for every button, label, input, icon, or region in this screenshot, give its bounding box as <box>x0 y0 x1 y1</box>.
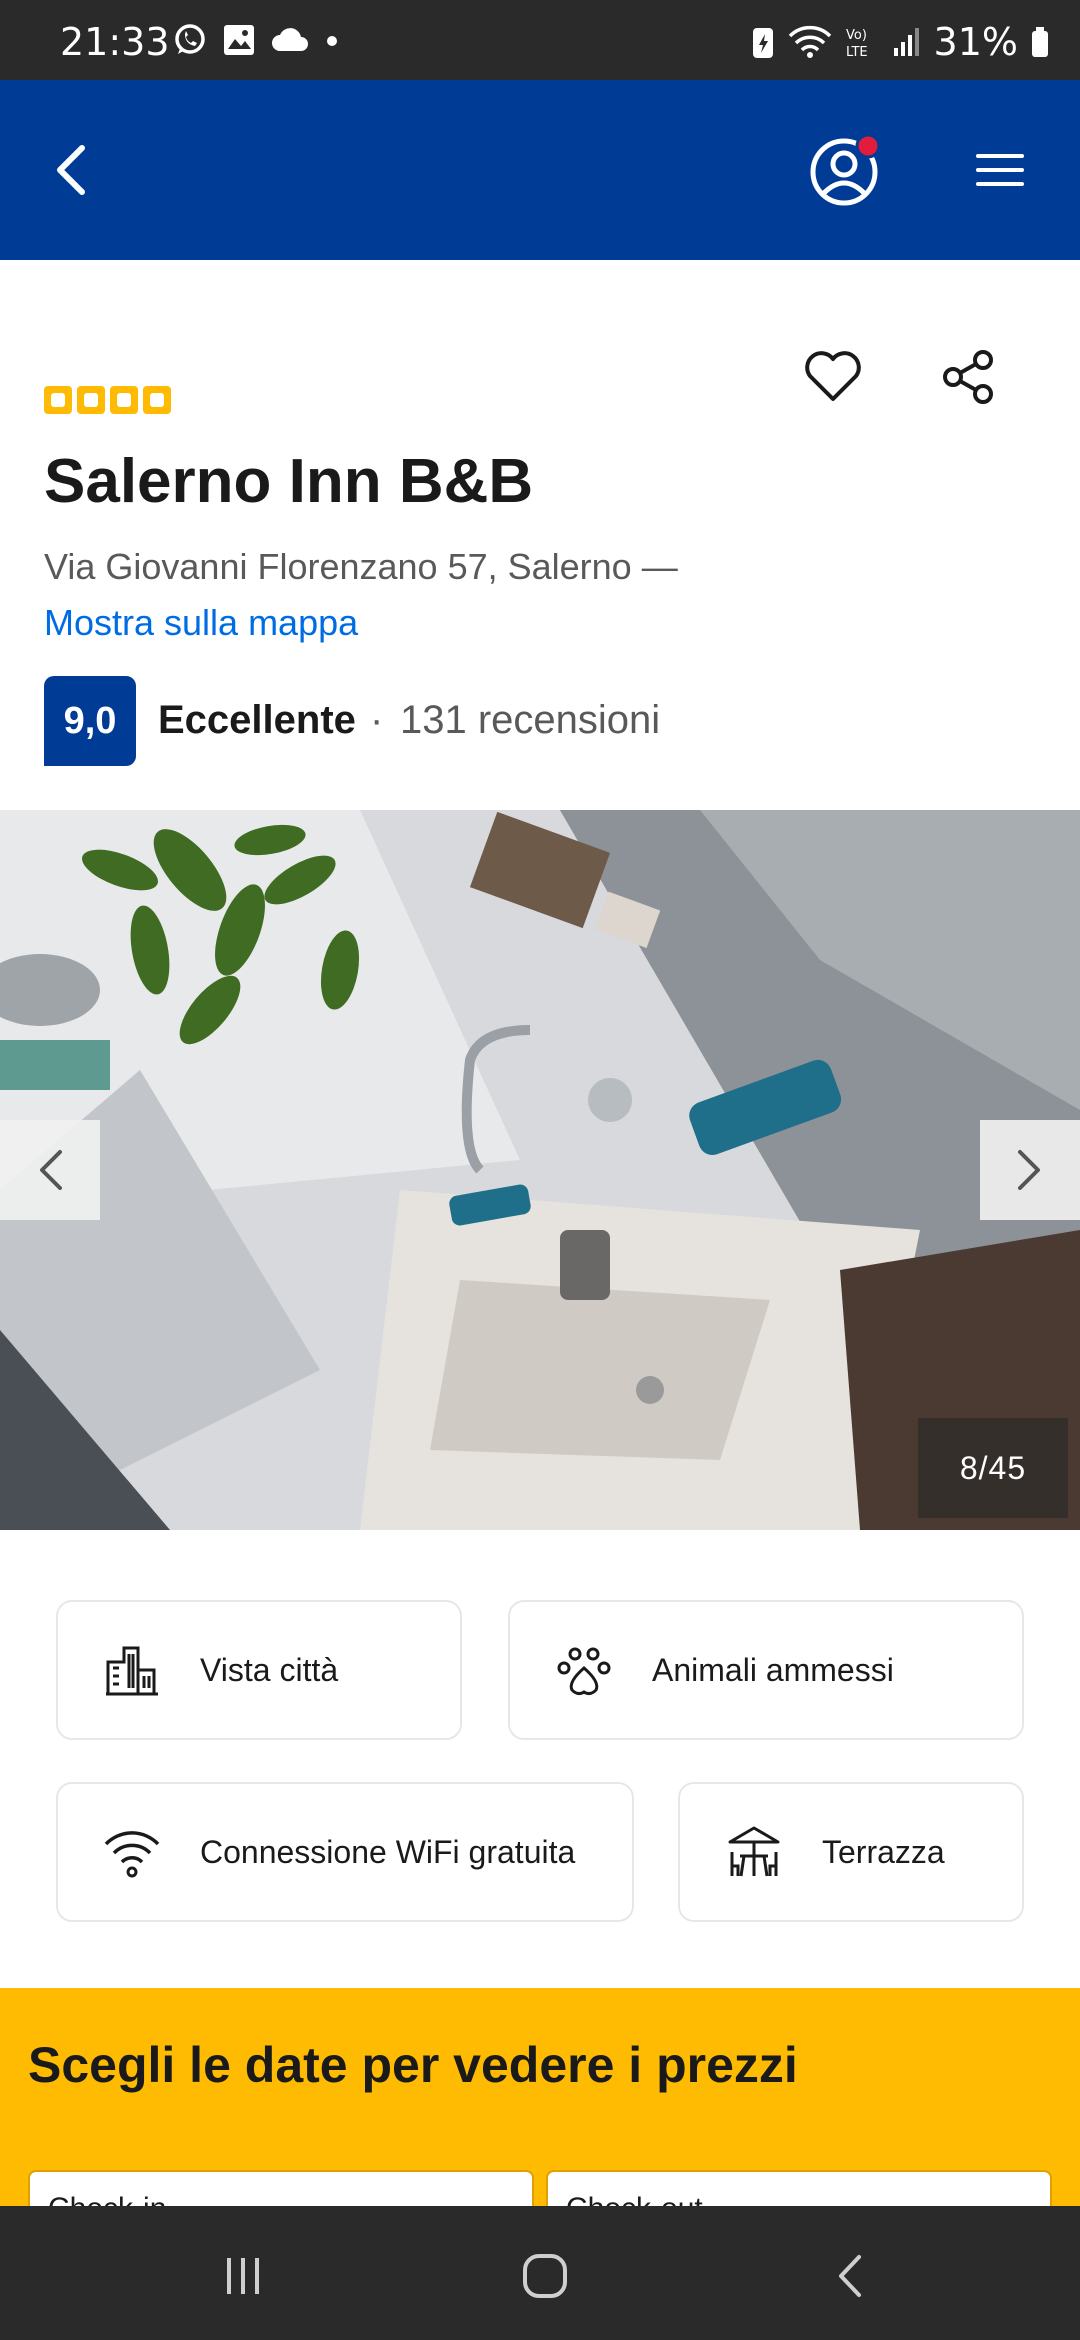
battery-percentage: 31% <box>933 20 1018 64</box>
svg-text:LTE: LTE <box>846 45 868 60</box>
hamburger-menu-icon <box>976 154 1024 186</box>
dot-icon <box>327 36 337 46</box>
amenity-label: Connessione WiFi gratuita <box>200 1833 576 1870</box>
wifi-icon <box>104 1831 160 1878</box>
recent-apps-icon <box>227 2258 259 2294</box>
gallery-prev-button[interactable] <box>0 1120 100 1220</box>
city-view-icon <box>106 1646 158 1696</box>
show-on-map-link[interactable]: Mostra sulla mappa <box>44 602 358 644</box>
star-icon <box>110 386 138 414</box>
heart-icon <box>805 351 861 401</box>
battery-saver-icon <box>752 28 773 58</box>
share-icon <box>943 350 993 404</box>
amenities-section: Vista città Animali ammessi Connessione … <box>0 1530 1080 1980</box>
star-icon <box>77 386 105 414</box>
favorite-button[interactable] <box>800 344 866 410</box>
account-icon <box>810 133 881 206</box>
review-score-badge[interactable]: 9,0 <box>44 676 136 766</box>
account-button[interactable] <box>806 130 886 210</box>
amenity-free-wifi[interactable]: Connessione WiFi gratuita <box>56 1782 634 1922</box>
amenity-label: Terrazza <box>822 1833 945 1870</box>
review-count-link[interactable]: 131 recensioni <box>400 698 660 743</box>
amenity-pets-allowed[interactable]: Animali ammessi <box>508 1600 1024 1740</box>
amenity-terrace[interactable]: Terrazza <box>678 1782 1024 1922</box>
system-back-button[interactable] <box>806 2236 896 2316</box>
wifi-icon <box>788 25 831 58</box>
status-time: 21:33 <box>60 20 170 64</box>
amenity-city-view[interactable]: Vista città <box>56 1600 462 1740</box>
gallery-counter: 8/45 <box>918 1418 1068 1518</box>
chevron-left-icon <box>40 1150 62 1190</box>
photo-gallery[interactable]: 8/45 <box>0 810 1080 1530</box>
gallery-next-button[interactable] <box>980 1120 1080 1220</box>
back-arrow-icon <box>57 145 85 195</box>
review-separator: · <box>370 698 384 742</box>
property-address: Via Giovanni Florenzano 57, Salerno — <box>44 546 678 587</box>
back-icon <box>839 2255 861 2297</box>
chevron-right-icon <box>1018 1150 1040 1190</box>
amenity-label: Vista città <box>200 1651 339 1688</box>
date-selector-title: Scegli le date per vedere i prezzi <box>28 2037 798 2093</box>
star-icon <box>44 386 72 414</box>
gallery-icon <box>224 25 254 55</box>
volte-icon: Vo) LTE <box>846 28 868 60</box>
paw-icon <box>557 1647 611 1696</box>
cloud-icon <box>272 28 308 51</box>
signal-icon <box>893 28 919 56</box>
battery-icon <box>1032 27 1048 57</box>
status-bar: 21:33 Vo) LTE 31% <box>0 0 1080 80</box>
star-rating <box>44 386 171 414</box>
property-header: Salerno Inn B&B Via Giovanni Florenzano … <box>0 260 1080 810</box>
app-header <box>0 80 1080 260</box>
menu-button[interactable] <box>970 140 1030 200</box>
home-button[interactable] <box>500 2236 590 2316</box>
terrace-icon <box>728 1826 780 1877</box>
share-button[interactable] <box>936 344 1002 410</box>
system-nav-bar <box>0 2206 1080 2340</box>
star-icon <box>143 386 171 414</box>
property-name: Salerno Inn B&B <box>44 447 534 516</box>
home-icon <box>523 2254 567 2298</box>
amenity-label: Animali ammessi <box>652 1651 894 1688</box>
date-selector-section: Scegli le date per vedere i prezzi Check… <box>0 1988 1080 2240</box>
svg-text:Vo): Vo) <box>846 28 867 43</box>
back-button[interactable] <box>40 130 100 210</box>
review-score-label: Eccellente <box>158 698 356 742</box>
recent-apps-button[interactable] <box>198 2236 288 2316</box>
whatsapp-icon <box>175 24 205 54</box>
